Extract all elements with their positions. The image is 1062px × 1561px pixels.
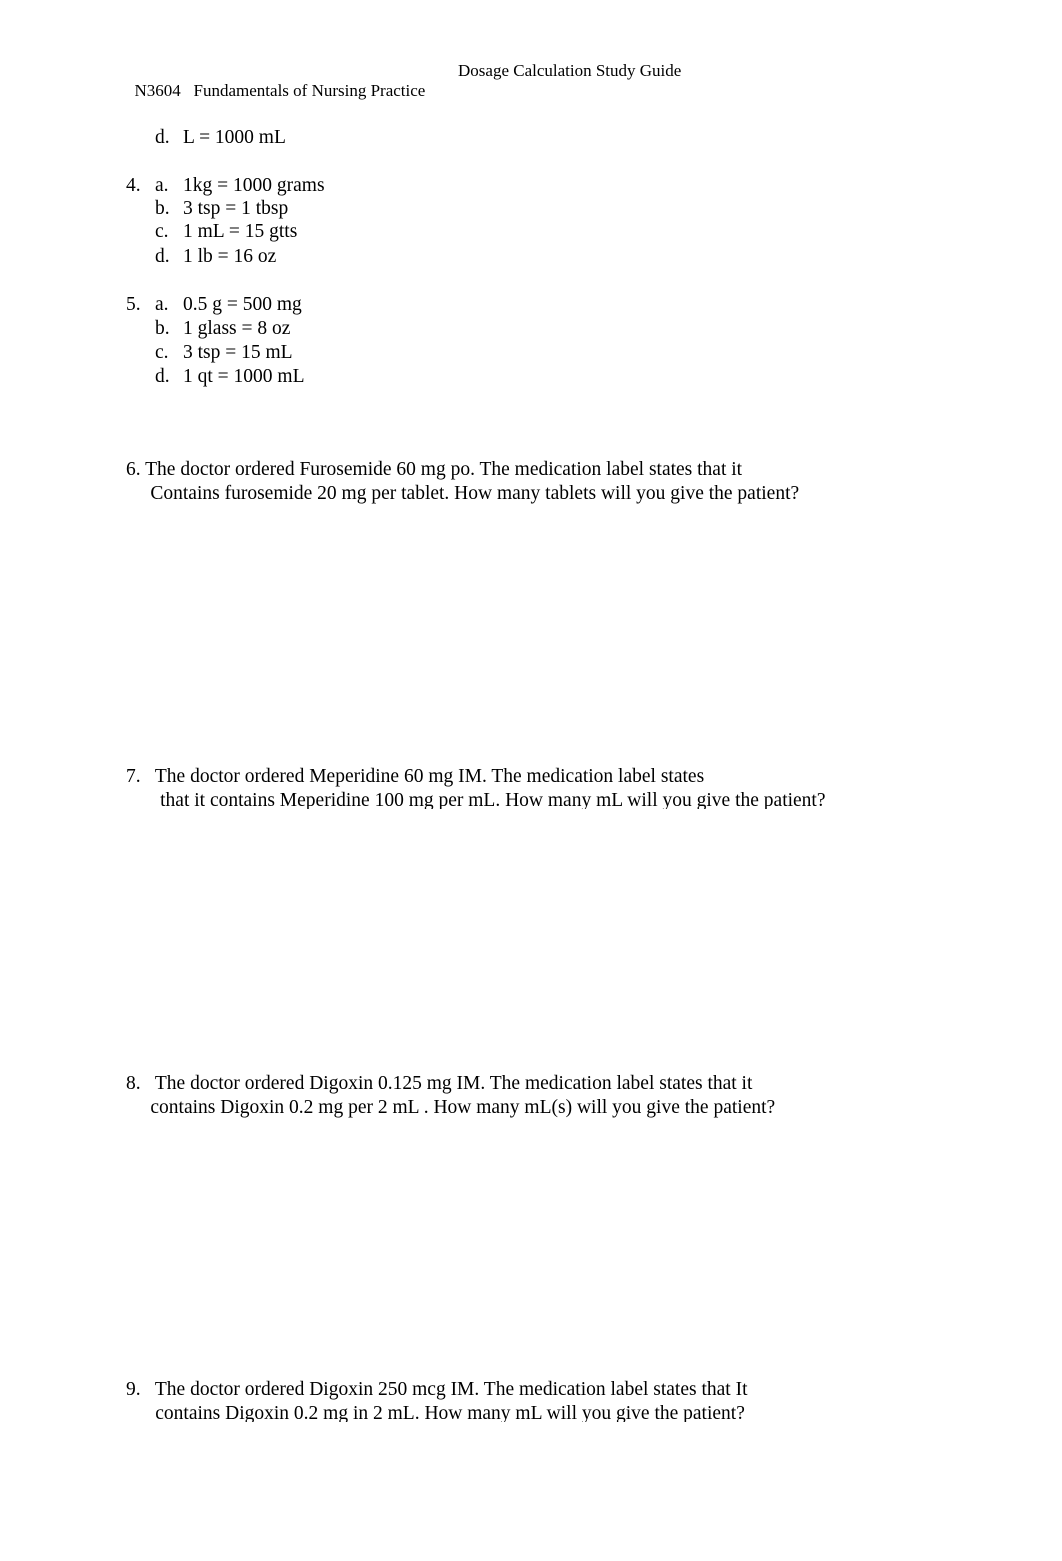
question-text-line2: that it contains Meperidine 100 mg per m…	[126, 790, 826, 809]
item-letter: d.	[155, 246, 170, 267]
question-text-line1: 7. The doctor ordered Meperidine 60 mg I…	[126, 766, 705, 787]
list-item: b. 3 tsp = 1 tbsp	[0, 197, 700, 221]
item-text: 1 lb = 16 oz	[183, 246, 277, 267]
item-letter: c.	[155, 342, 169, 363]
question-number: 4.	[126, 175, 141, 196]
item-letter: a.	[155, 175, 169, 196]
course-name: N3604 Fundamentals of Nursing Practice	[134, 81, 426, 100]
item-text: 1 glass = 8 oz	[183, 318, 291, 339]
item-text: 1 mL = 15 gtts	[183, 221, 298, 242]
document-title: Dosage Calculation Study Guide	[458, 61, 682, 80]
item-letter: b.	[155, 318, 170, 339]
item-text: 3 tsp = 15 mL	[183, 342, 293, 363]
question-text-line1: 9. The doctor ordered Digoxin 250 mcg IM…	[126, 1379, 748, 1400]
item-letter: d.	[155, 127, 170, 148]
question-text-line2: contains Digoxin 0.2 mg in 2 mL. How man…	[126, 1403, 745, 1422]
list-item: c. 1 mL = 15 gtts	[0, 220, 700, 244]
item-letter: b.	[155, 198, 170, 219]
question-number: 5.	[126, 294, 141, 315]
item-letter: d.	[155, 366, 170, 387]
question-7: 7. The doctor ordered Meperidine 60 mg I…	[126, 765, 1006, 809]
question-text-line1: 8. The doctor ordered Digoxin 0.125 mg I…	[126, 1073, 753, 1094]
list-item: b. 1 glass = 8 oz	[0, 317, 700, 341]
list-item: 5. a. 0.5 g = 500 mg	[0, 293, 700, 317]
item-text: 1 qt = 1000 mL	[183, 366, 305, 387]
list-item: d. L = 1000 mL	[0, 126, 700, 150]
item-letter: c.	[155, 221, 169, 242]
page-header: N3604 Fundamentals of Nursing Practice D…	[126, 61, 682, 121]
item-text: L = 1000 mL	[183, 127, 286, 148]
question-text-line2: contains Digoxin 0.2 mg per 2 mL . How m…	[126, 1097, 776, 1118]
list-item: d. 1 lb = 16 oz	[0, 245, 700, 269]
item-text: 1kg = 1000 grams	[183, 175, 325, 196]
list-item: 4. a. 1kg = 1000 grams	[0, 174, 700, 198]
item-text: 0.5 g = 500 mg	[183, 294, 302, 315]
list-item: c. 3 tsp = 15 mL	[0, 341, 700, 365]
item-letter: a.	[155, 294, 169, 315]
question-8: 8. The doctor ordered Digoxin 0.125 mg I…	[126, 1072, 1006, 1120]
question-text-line2: Contains furosemide 20 mg per tablet. Ho…	[126, 483, 800, 504]
item-text: 3 tsp = 1 tbsp	[183, 198, 289, 219]
question-6: 6. The doctor ordered Furosemide 60 mg p…	[126, 458, 1006, 506]
list-item: d. 1 qt = 1000 mL	[0, 365, 700, 389]
question-text-line1: 6. The doctor ordered Furosemide 60 mg p…	[126, 459, 743, 480]
question-9: 9. The doctor ordered Digoxin 250 mcg IM…	[126, 1378, 1006, 1422]
